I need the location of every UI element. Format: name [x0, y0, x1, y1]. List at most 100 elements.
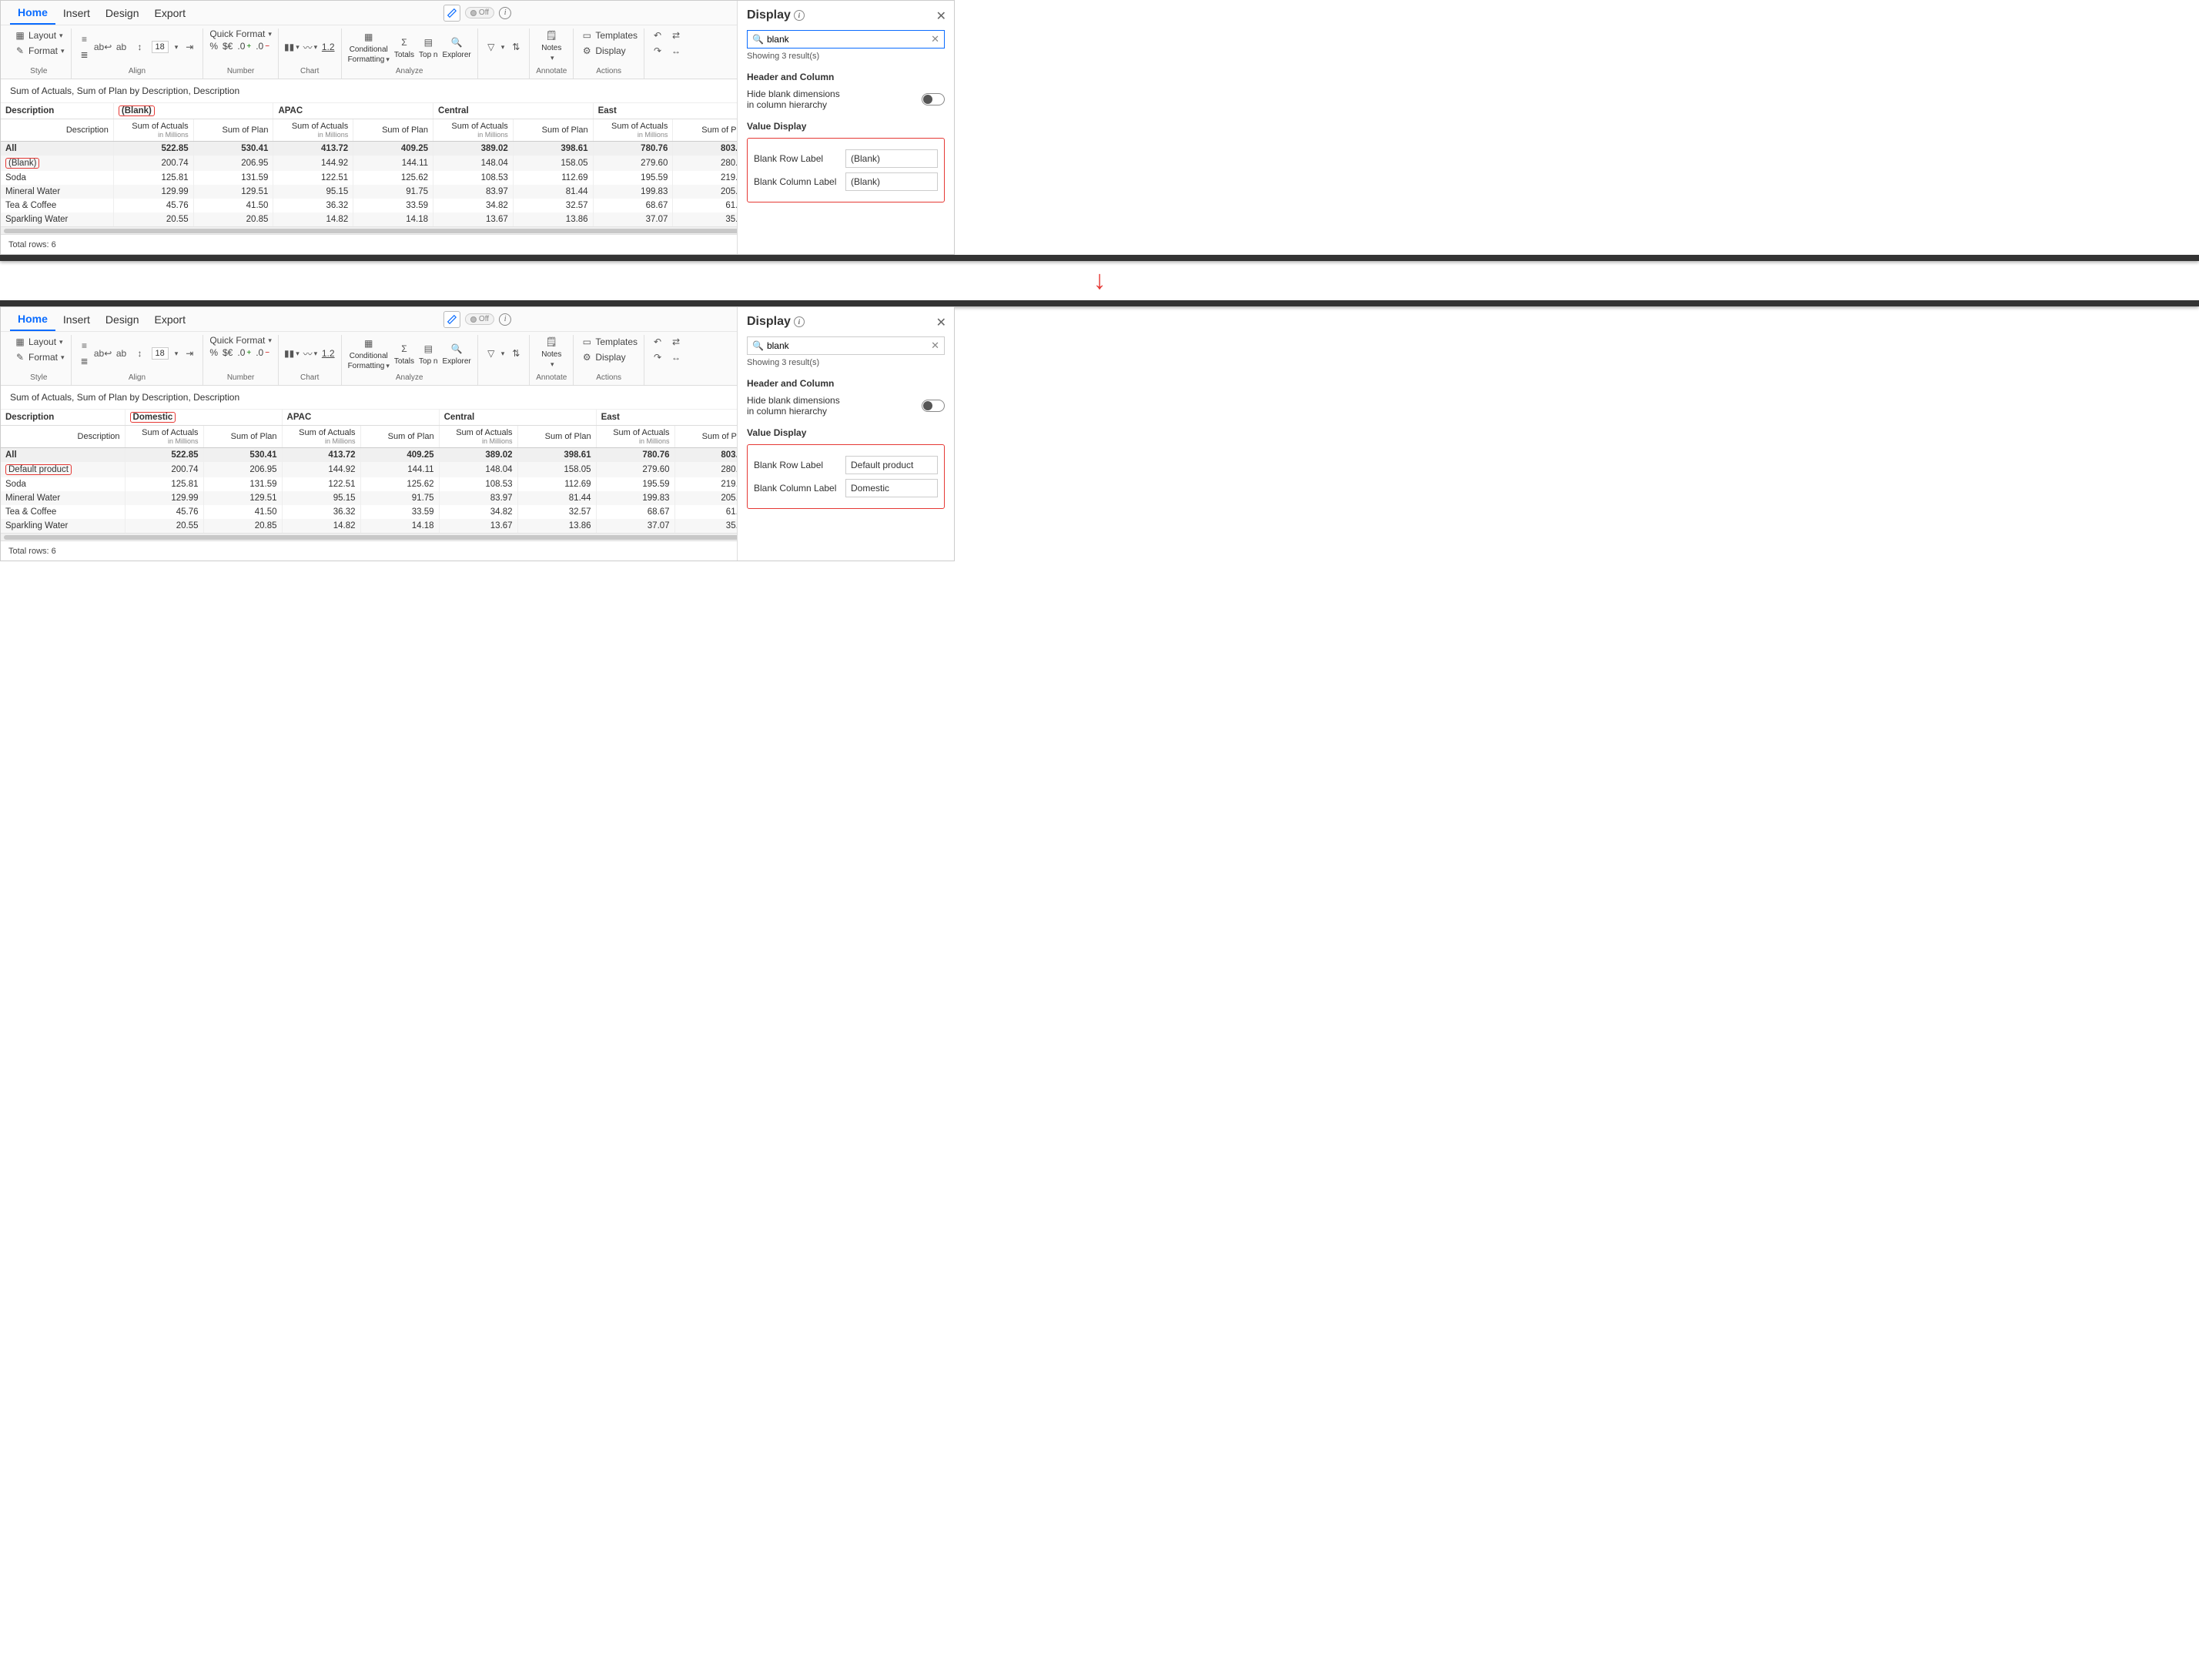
- cell[interactable]: 125.62: [353, 171, 433, 185]
- cell[interactable]: 14.18: [360, 519, 439, 533]
- cell[interactable]: 95.15: [282, 491, 360, 505]
- region-east[interactable]: East: [596, 410, 753, 426]
- cell[interactable]: 144.92: [273, 156, 353, 171]
- quick-format[interactable]: Quick Format▾: [209, 335, 272, 346]
- tab-export[interactable]: Export: [147, 309, 193, 330]
- font-size[interactable]: 18: [152, 41, 169, 53]
- cell[interactable]: 20.55: [113, 213, 193, 226]
- undo-icon[interactable]: ↶: [651, 335, 664, 349]
- totals-button[interactable]: ΣTotals: [394, 342, 414, 366]
- row-label[interactable]: All: [1, 448, 125, 463]
- cell[interactable]: 780.76: [596, 448, 674, 463]
- tab-design[interactable]: Design: [98, 2, 147, 24]
- region-domestic[interactable]: Domestic: [125, 410, 282, 426]
- panel-search-input[interactable]: [767, 34, 931, 45]
- cell[interactable]: 13.86: [517, 519, 596, 533]
- explorer-button[interactable]: 🔍Explorer: [442, 35, 470, 59]
- inc-decimal[interactable]: .0+: [237, 41, 251, 52]
- cell[interactable]: 125.81: [125, 477, 203, 491]
- cell[interactable]: 13.67: [439, 519, 517, 533]
- col-description[interactable]: Description: [1, 410, 125, 426]
- indent-icon[interactable]: ⇥: [182, 40, 196, 54]
- cell[interactable]: 413.72: [273, 142, 353, 156]
- format-button[interactable]: ✎Format▾: [13, 44, 65, 58]
- panel-search[interactable]: 🔍 ✕: [747, 30, 945, 49]
- dec-decimal[interactable]: .0−: [256, 347, 269, 358]
- cell[interactable]: 20.85: [203, 519, 282, 533]
- off-badge[interactable]: Off: [465, 7, 494, 18]
- cell[interactable]: 148.04: [439, 462, 517, 477]
- undo-icon[interactable]: ↶: [651, 28, 664, 42]
- col-sum-plan[interactable]: Sum of Plan: [353, 119, 433, 142]
- cell[interactable]: 279.60: [596, 462, 674, 477]
- cell[interactable]: 144.11: [360, 462, 439, 477]
- tab-design[interactable]: Design: [98, 309, 147, 330]
- tab-home[interactable]: Home: [10, 308, 55, 331]
- notes-button[interactable]: 🗒 Notes ▾: [541, 28, 561, 62]
- region-blank[interactable]: (Blank): [113, 103, 273, 119]
- search-clear-icon[interactable]: ✕: [931, 340, 939, 352]
- info-icon[interactable]: i: [499, 7, 511, 19]
- cell[interactable]: 279.60: [593, 156, 673, 171]
- cell[interactable]: 34.82: [433, 199, 514, 213]
- cell[interactable]: 108.53: [433, 171, 514, 185]
- cell[interactable]: 530.41: [193, 142, 273, 156]
- wrap-icon[interactable]: ab↩: [96, 40, 110, 54]
- cell[interactable]: 36.32: [282, 505, 360, 519]
- topn-button[interactable]: ▤Top n: [419, 342, 437, 366]
- region-apac[interactable]: APAC: [273, 103, 433, 119]
- cell[interactable]: 122.51: [282, 477, 360, 491]
- abc-icon[interactable]: ab: [115, 346, 129, 360]
- lineheight-icon[interactable]: ↕: [133, 40, 147, 54]
- cell[interactable]: 45.76: [113, 199, 193, 213]
- cell[interactable]: 158.05: [517, 462, 596, 477]
- region-apac[interactable]: APAC: [282, 410, 439, 426]
- tab-export[interactable]: Export: [147, 2, 193, 24]
- edit-mode-icon[interactable]: [443, 5, 460, 22]
- cell[interactable]: 206.95: [203, 462, 282, 477]
- cell[interactable]: 409.25: [360, 448, 439, 463]
- cell[interactable]: 144.11: [353, 156, 433, 171]
- cell[interactable]: 195.59: [593, 171, 673, 185]
- cell[interactable]: 389.02: [439, 448, 517, 463]
- cell[interactable]: 95.15: [273, 185, 353, 199]
- pct-button[interactable]: %: [209, 347, 218, 358]
- col-description[interactable]: Description: [1, 103, 113, 119]
- info-icon[interactable]: i: [499, 313, 511, 326]
- chart-val[interactable]: 1.2: [322, 348, 335, 359]
- swap-icon[interactable]: ⇄: [669, 335, 683, 349]
- cell[interactable]: 200.74: [113, 156, 193, 171]
- edit-mode-icon[interactable]: [443, 311, 460, 328]
- cell[interactable]: 144.92: [282, 462, 360, 477]
- tab-insert[interactable]: Insert: [55, 2, 98, 24]
- panel-search[interactable]: 🔍 ✕: [747, 336, 945, 355]
- format-button[interactable]: ✎Format▾: [13, 350, 65, 364]
- display-button[interactable]: ⚙Display: [580, 44, 625, 58]
- cell[interactable]: 91.75: [360, 491, 439, 505]
- row-label[interactable]: Tea & Coffee: [1, 505, 125, 519]
- cell[interactable]: 780.76: [593, 142, 673, 156]
- cell[interactable]: 13.86: [513, 213, 593, 226]
- cell[interactable]: 112.69: [517, 477, 596, 491]
- col-sum-actuals[interactable]: Sum of Actualsin Millions: [433, 119, 514, 142]
- cell[interactable]: 33.59: [353, 199, 433, 213]
- cell[interactable]: 129.51: [193, 185, 273, 199]
- notes-button[interactable]: 🗒Notes▾: [541, 335, 561, 369]
- layout-button[interactable]: ▦Layout▾: [13, 335, 63, 349]
- hide-blank-toggle[interactable]: [922, 93, 945, 105]
- topn-button[interactable]: ▤Top n: [419, 35, 437, 59]
- quick-format[interactable]: Quick Format▾: [209, 28, 272, 39]
- cell[interactable]: 68.67: [596, 505, 674, 519]
- cond-fmt-button[interactable]: ▦ConditionalFormatting▾: [348, 336, 390, 370]
- cell[interactable]: 33.59: [360, 505, 439, 519]
- tab-home[interactable]: Home: [10, 2, 55, 25]
- cell[interactable]: 148.04: [433, 156, 514, 171]
- cell[interactable]: 131.59: [203, 477, 282, 491]
- row-label[interactable]: Soda: [1, 477, 125, 491]
- cell[interactable]: 41.50: [203, 505, 282, 519]
- wrap-icon[interactable]: ab↩: [96, 346, 110, 360]
- close-icon[interactable]: ✕: [936, 315, 946, 330]
- cell[interactable]: 13.67: [433, 213, 514, 226]
- col-sum-actuals[interactable]: Sum of Actualsin Millions: [593, 119, 673, 142]
- row-label[interactable]: Default product: [1, 462, 125, 477]
